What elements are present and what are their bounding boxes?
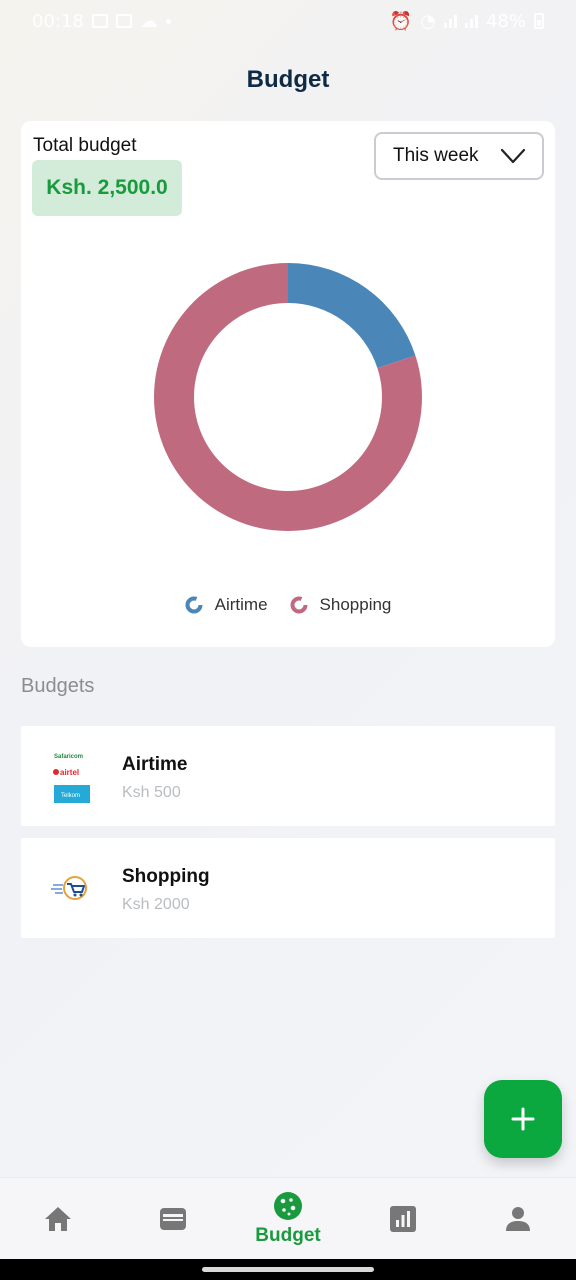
legend-airtime-label: Airtime (214, 595, 268, 614)
total-budget-label: Total budget (33, 135, 137, 156)
period-dropdown[interactable]: This week (374, 132, 544, 180)
signal-icon (443, 14, 457, 28)
bottom-navigation: Budget (0, 1177, 576, 1259)
budget-cookie-icon (274, 1192, 302, 1220)
nav-profile[interactable] (490, 1178, 546, 1260)
nav-budget-label: Budget (255, 1225, 321, 1246)
svg-text:Telkom: Telkom (61, 793, 80, 799)
period-value: This week (393, 145, 479, 166)
gallery-icon (91, 14, 108, 28)
legend-airtime-icon (185, 596, 203, 614)
budget-summary-card: Total budget Ksh. 2,500.0 This week Airt… (21, 121, 555, 647)
add-budget-button[interactable] (484, 1080, 562, 1158)
legend-item-airtime[interactable]: Airtime (185, 595, 268, 615)
cloud-icon: ☁ (139, 10, 158, 32)
nav-stats[interactable] (374, 1178, 432, 1260)
donut-svg (153, 263, 422, 531)
svg-text:Safaricom: Safaricom (54, 754, 83, 760)
budget-item-airtime[interactable]: Safaricom airtel Telkom Airtime Ksh 500 (21, 726, 555, 826)
battery-icon (534, 13, 544, 29)
airtime-providers-logo-icon: Safaricom airtel Telkom (51, 751, 90, 803)
budgets-section-title: Budgets (21, 675, 95, 697)
budget-item-name: Airtime (122, 754, 188, 775)
legend-shopping-label: Shopping (319, 595, 392, 614)
svg-text:airtel: airtel (60, 768, 79, 777)
plus-icon (511, 1107, 535, 1131)
nav-home[interactable] (30, 1178, 86, 1260)
budget-item-shopping[interactable]: Shopping Ksh 2000 (21, 838, 555, 938)
stats-icon (390, 1206, 416, 1232)
chevron-down-icon (500, 148, 526, 164)
notification-dot-icon (165, 18, 171, 24)
chart-legend: Airtime Shopping (21, 595, 555, 615)
system-gesture-bar (0, 1259, 576, 1280)
legend-shopping-icon (290, 596, 308, 614)
budget-item-amount: Ksh 2000 (122, 896, 190, 913)
wallet-icon (160, 1208, 186, 1230)
budget-donut-chart (153, 263, 422, 531)
profile-icon (506, 1207, 530, 1231)
page-title: Budget (246, 66, 330, 93)
home-gesture-handle[interactable] (202, 1267, 374, 1272)
donut-slice-airtime[interactable] (288, 263, 416, 368)
status-bar: 00:18 ☁ ⏰ ◔ 48% (0, 0, 576, 42)
wifi-icon: ◔ (420, 10, 436, 32)
battery-percent: 48% (485, 10, 526, 32)
budget-item-name: Shopping (122, 866, 210, 887)
home-icon (45, 1207, 71, 1231)
budget-item-amount: Ksh 500 (122, 784, 181, 801)
alarm-icon: ⏰ (389, 10, 413, 32)
nav-wallet[interactable] (144, 1178, 202, 1260)
total-budget-value: Ksh. 2,500.0 (32, 160, 182, 216)
signal-icon-2 (464, 14, 478, 28)
legend-item-shopping[interactable]: Shopping (290, 595, 392, 615)
status-time: 00:18 (32, 10, 84, 32)
mail-icon (115, 14, 132, 28)
shopping-cart-logo-icon (51, 876, 87, 900)
nav-budget[interactable]: Budget (246, 1178, 330, 1260)
